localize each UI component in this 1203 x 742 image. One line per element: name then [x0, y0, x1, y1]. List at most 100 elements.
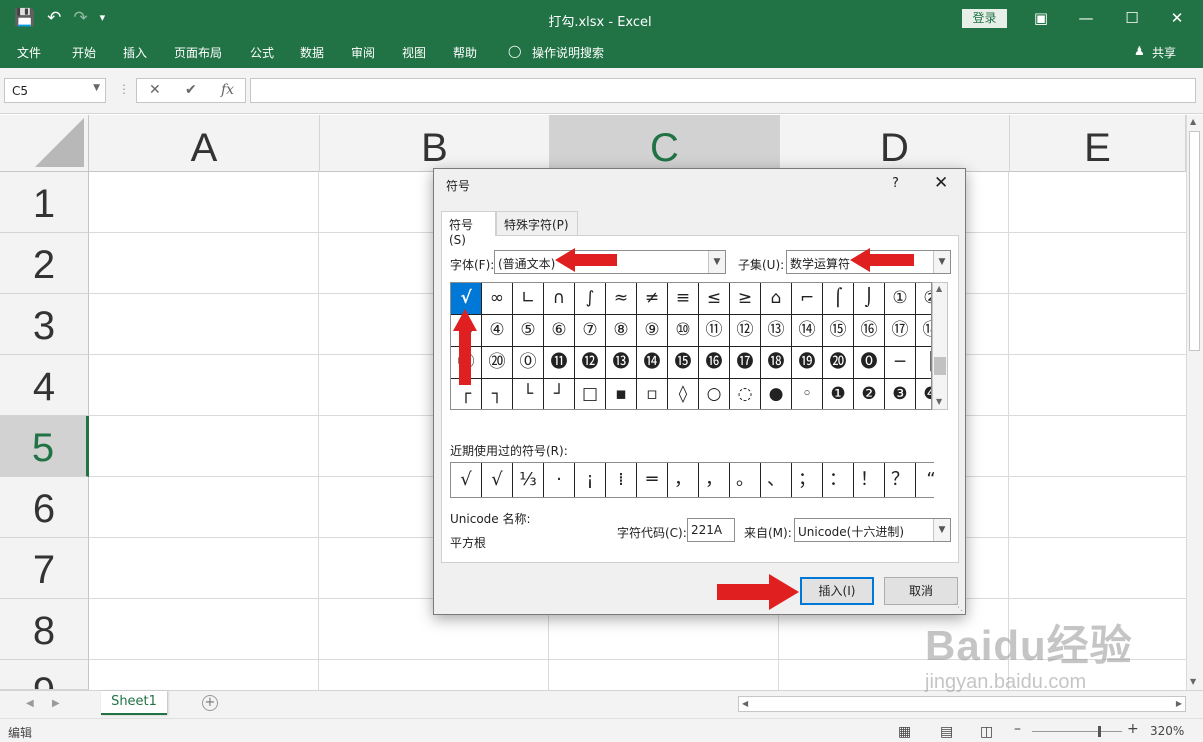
- menu-data[interactable]: 数据: [300, 44, 324, 61]
- column-header-e[interactable]: E: [1010, 115, 1186, 172]
- symbol-cell[interactable]: ⓫: [544, 347, 574, 378]
- symbol-cell[interactable]: ⑩: [668, 315, 698, 346]
- symbol-cell[interactable]: ∫: [575, 283, 605, 314]
- row-header-5[interactable]: 5: [0, 416, 89, 477]
- row-header-2[interactable]: 2: [0, 233, 89, 294]
- symbol-cell[interactable]: ┐: [482, 379, 512, 409]
- enter-icon[interactable]: ✔: [185, 82, 197, 98]
- char-code-input[interactable]: 221A: [687, 518, 735, 542]
- menu-page-layout[interactable]: 页面布局: [174, 44, 222, 61]
- symbol-cell[interactable]: ⓱: [730, 347, 760, 378]
- symbol-cell[interactable]: ⑮: [823, 315, 853, 346]
- symbol-cell[interactable]: └: [513, 379, 543, 409]
- scroll-right-icon[interactable]: ▶: [1176, 699, 1182, 708]
- dialog-close-icon[interactable]: ✕: [934, 173, 948, 193]
- menu-review[interactable]: 审阅: [351, 44, 375, 61]
- symbol-cell[interactable]: ○: [699, 379, 729, 409]
- symbol-cell[interactable]: ≥: [730, 283, 760, 314]
- add-sheet-icon[interactable]: +: [202, 695, 218, 711]
- symbol-cell[interactable]: ⑬: [761, 315, 791, 346]
- symbol-cell[interactable]: ⓿: [854, 347, 884, 378]
- column-header-c[interactable]: C: [550, 115, 780, 172]
- chevron-down-icon[interactable]: ▼: [93, 83, 100, 93]
- menu-formulas[interactable]: 公式: [250, 44, 274, 61]
- menu-insert[interactable]: 插入: [123, 44, 147, 61]
- symbol-cell[interactable]: ◌: [730, 379, 760, 409]
- zoom-slider-knob[interactable]: [1098, 726, 1101, 737]
- symbol-cell[interactable]: ⓮: [637, 347, 667, 378]
- symbol-cell[interactable]: ◊: [668, 379, 698, 409]
- symbol-cell[interactable]: ⓬: [575, 347, 605, 378]
- menu-view[interactable]: 视图: [402, 44, 426, 61]
- symbol-cell[interactable]: ●: [761, 379, 791, 409]
- name-box[interactable]: C5 ▼: [4, 78, 106, 103]
- menu-file[interactable]: 文件: [17, 44, 41, 61]
- symbol-cell[interactable]: ⌐: [792, 283, 822, 314]
- symbol-cell[interactable]: ⓳: [792, 347, 822, 378]
- symbol-cell[interactable]: ≤: [699, 283, 729, 314]
- recent-symbol-cell[interactable]: 。: [730, 463, 760, 497]
- symbol-cell[interactable]: ⌂: [761, 283, 791, 314]
- recent-symbol-cell[interactable]: ！: [854, 463, 884, 497]
- select-all-corner[interactable]: [0, 115, 89, 172]
- from-select[interactable]: Unicode(十六进制) ▼: [794, 518, 951, 542]
- drag-handle-icon[interactable]: ⋮: [118, 82, 130, 96]
- scroll-down-icon[interactable]: ▼: [1190, 677, 1196, 686]
- symbol-cell[interactable]: □: [575, 379, 605, 409]
- scroll-up-icon[interactable]: ▲: [1190, 117, 1196, 126]
- recent-symbol-cell[interactable]: ·: [544, 463, 574, 497]
- symbol-cell[interactable]: ─: [885, 347, 915, 378]
- sheet-next-icon[interactable]: ▶: [52, 698, 60, 709]
- symbol-cell[interactable]: ∩: [544, 283, 574, 314]
- ribbon-display-icon[interactable]: ▣: [1030, 9, 1052, 27]
- symbol-cell[interactable]: ⑦: [575, 315, 605, 346]
- symbol-cell[interactable]: ⑧: [606, 315, 636, 346]
- symbol-cell[interactable]: ⌠: [823, 283, 853, 314]
- zoom-in-icon[interactable]: +: [1127, 721, 1139, 737]
- recent-symbol-cell[interactable]: √: [451, 463, 481, 497]
- row-header-9[interactable]: 9: [0, 660, 89, 690]
- recent-symbol-cell[interactable]: ；: [792, 463, 822, 497]
- tab-symbols[interactable]: 符号(S): [441, 211, 496, 247]
- minimize-icon[interactable]: —: [1075, 9, 1097, 27]
- symbol-cell[interactable]: ⑫: [730, 315, 760, 346]
- share-icon[interactable]: ♟: [1134, 44, 1145, 58]
- symbol-cell[interactable]: │: [916, 347, 931, 378]
- scroll-left-icon[interactable]: ◀: [742, 699, 748, 708]
- column-header-d[interactable]: D: [780, 115, 1010, 172]
- scroll-up-icon[interactable]: ▲: [936, 284, 942, 293]
- symbol-cell[interactable]: ⑭: [792, 315, 822, 346]
- zoom-slider[interactable]: [1032, 731, 1122, 732]
- chevron-down-icon[interactable]: ▼: [708, 251, 725, 273]
- recent-symbol-cell[interactable]: ¡: [575, 463, 605, 497]
- symbol-cell[interactable]: ②: [916, 283, 931, 314]
- symbol-cell[interactable]: ④: [482, 315, 512, 346]
- symbol-cell[interactable]: ▪: [606, 379, 636, 409]
- row-header-6[interactable]: 6: [0, 477, 89, 538]
- tab-special-characters[interactable]: 特殊字符(P): [496, 211, 578, 235]
- symbol-cell[interactable]: ∟: [513, 283, 543, 314]
- symbol-cell[interactable]: ▫: [637, 379, 667, 409]
- symbol-cell[interactable]: ❸: [885, 379, 915, 409]
- symbol-cell[interactable]: ⓪: [513, 347, 543, 378]
- sheet-prev-icon[interactable]: ◀: [26, 698, 34, 709]
- chevron-down-icon[interactable]: ▼: [933, 251, 950, 273]
- symbol-cell[interactable]: ⑳: [482, 347, 512, 378]
- symbol-scroll-thumb[interactable]: [934, 357, 946, 375]
- menu-home[interactable]: 开始: [72, 44, 96, 61]
- symbol-cell[interactable]: ⑤: [513, 315, 543, 346]
- symbol-cell[interactable]: ∞: [482, 283, 512, 314]
- row-header-7[interactable]: 7: [0, 538, 89, 599]
- horizontal-scrollbar[interactable]: ◀ ▶: [738, 696, 1186, 712]
- help-icon[interactable]: ?: [892, 176, 899, 191]
- symbol-cell[interactable]: ┘: [544, 379, 574, 409]
- save-icon[interactable]: 💾: [14, 8, 35, 28]
- symbol-cell[interactable]: ⓯: [668, 347, 698, 378]
- page-layout-view-icon[interactable]: ▤: [940, 724, 953, 740]
- scroll-down-icon[interactable]: ▼: [936, 397, 942, 406]
- recent-symbol-cell[interactable]: ，: [699, 463, 729, 497]
- tell-me-search[interactable]: 操作说明搜索: [532, 44, 604, 61]
- row-header-1[interactable]: 1: [0, 172, 89, 233]
- menu-help[interactable]: 帮助: [453, 44, 477, 61]
- symbol-cell[interactable]: ❷: [854, 379, 884, 409]
